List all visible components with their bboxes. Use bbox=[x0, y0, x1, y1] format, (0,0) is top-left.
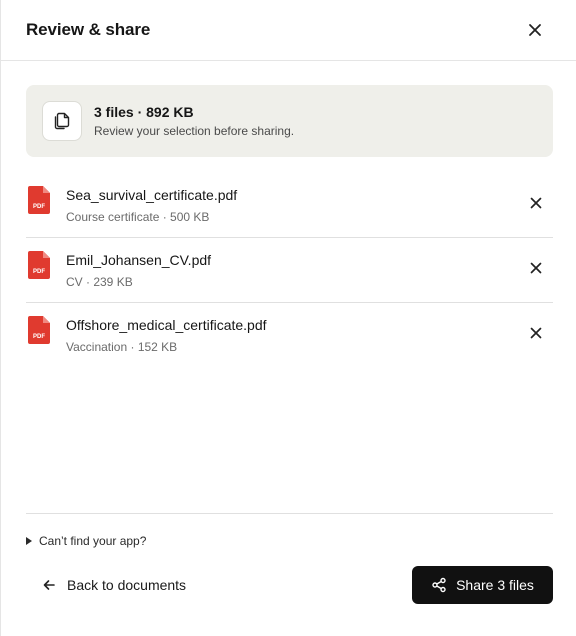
share-icon bbox=[432, 577, 446, 593]
panel-header: Review & share bbox=[1, 0, 576, 61]
file-meta: Course certificate · 500 KB bbox=[66, 210, 210, 224]
back-button-label: Back to documents bbox=[67, 577, 187, 593]
file-row: PDF Offshore_medical_certificate.pdf Vac… bbox=[26, 303, 553, 368]
files-icon bbox=[42, 101, 82, 141]
close-button[interactable] bbox=[523, 18, 547, 42]
close-icon bbox=[529, 24, 541, 36]
share-files-button[interactable]: Share 3 files bbox=[412, 566, 553, 604]
summary-subtitle: Review your selection before sharing. bbox=[94, 124, 295, 138]
pdf-file-icon: PDF bbox=[28, 316, 50, 344]
remove-file-button[interactable] bbox=[526, 193, 546, 213]
disclosure-label: Can’t find your app? bbox=[39, 534, 147, 548]
file-name: Emil_Johansen_CV.pdf bbox=[66, 252, 212, 268]
file-row: PDF Emil_Johansen_CV.pdf CV · 239 KB bbox=[26, 238, 553, 303]
pdf-badge: PDF bbox=[33, 334, 45, 340]
file-name: Sea_survival_certificate.pdf bbox=[66, 187, 238, 203]
file-name: Offshore_medical_certificate.pdf bbox=[66, 317, 267, 333]
panel-title: Review & share bbox=[26, 20, 151, 39]
pdf-file-icon: PDF bbox=[28, 251, 50, 279]
close-icon bbox=[530, 197, 542, 209]
summary-title: 3 files · 892 KB bbox=[94, 104, 194, 120]
arrow-left-icon bbox=[43, 580, 55, 590]
file-meta: CV · 239 KB bbox=[66, 275, 133, 289]
close-icon bbox=[530, 327, 542, 339]
disclosure-triangle-icon bbox=[26, 537, 32, 545]
file-meta: Vaccination · 152 KB bbox=[66, 340, 178, 354]
cant-find-app-disclosure[interactable]: Can’t find your app? bbox=[26, 534, 146, 548]
selection-summary: 3 files · 892 KB Review your selection b… bbox=[26, 85, 553, 157]
pdf-file-icon: PDF bbox=[28, 186, 50, 214]
close-icon bbox=[530, 262, 542, 274]
remove-file-button[interactable] bbox=[526, 323, 546, 343]
pdf-badge: PDF bbox=[33, 269, 45, 275]
file-list: PDF Sea_survival_certificate.pdf Course … bbox=[26, 173, 553, 368]
share-button-label: Share 3 files bbox=[456, 577, 534, 593]
pdf-badge: PDF bbox=[33, 204, 45, 210]
back-to-documents-button[interactable]: Back to documents bbox=[42, 574, 186, 596]
review-share-panel: Review & share 3 files · 892 KB Review y… bbox=[0, 0, 576, 636]
footer-divider bbox=[26, 513, 553, 514]
file-row: PDF Sea_survival_certificate.pdf Course … bbox=[26, 173, 553, 238]
remove-file-button[interactable] bbox=[526, 258, 546, 278]
